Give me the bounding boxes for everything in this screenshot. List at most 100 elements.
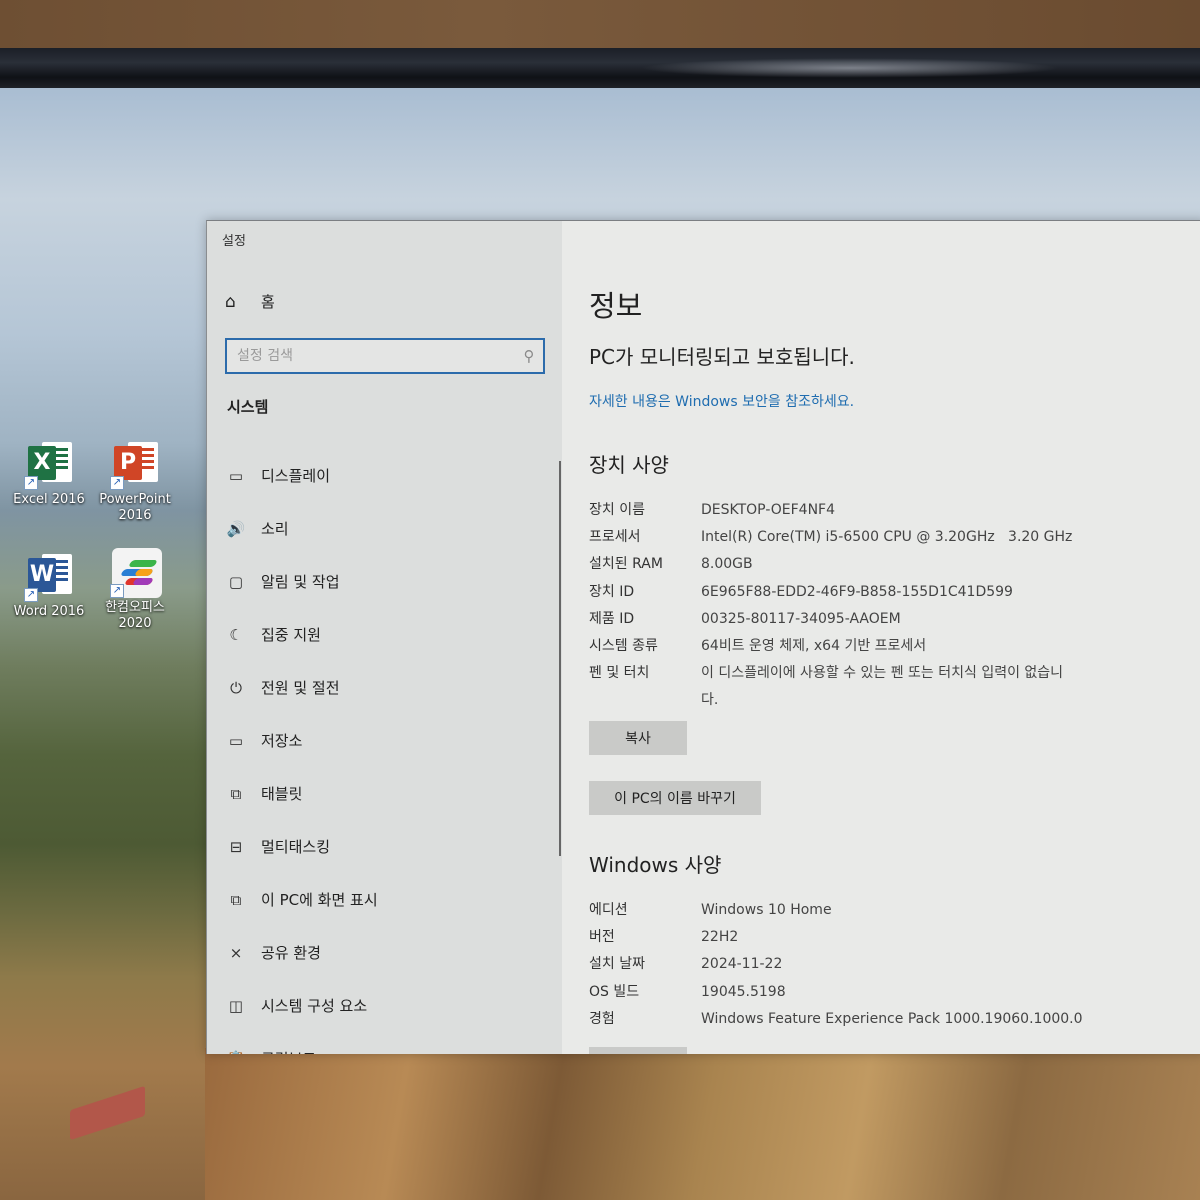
- speaker-icon: 🔊: [226, 519, 246, 538]
- sidebar-group-title: 시스템: [227, 398, 269, 416]
- sidebar-item-clipboard[interactable]: 📋 클립보드: [225, 1032, 378, 1055]
- excel-icon: X ↗: [24, 440, 74, 490]
- spec-key: 시스템 종류: [589, 638, 658, 655]
- spec-row: 프로세서 Intel(R) Core(TM) i5-6500 CPU @ 3.20…: [589, 524, 1081, 551]
- spec-key: 경험: [589, 1010, 615, 1027]
- settings-search-box[interactable]: ⚲: [225, 338, 545, 374]
- shortcut-arrow-icon: ↗: [110, 584, 124, 598]
- share-network-icon: ⨯: [229, 943, 243, 962]
- protection-status: PC가 모니터링되고 보호됩니다.: [589, 345, 855, 369]
- tablet-icon: ⧉: [230, 784, 242, 803]
- sidebar-item-label: 클립보드: [261, 1048, 316, 1054]
- spec-key: 설치 날짜: [589, 956, 645, 973]
- sidebar-item-notifications[interactable]: ▢ 알림 및 작업: [225, 555, 378, 608]
- spec-row: 장치 이름 DESKTOP-OEF4NF4: [589, 497, 1081, 524]
- nav-home[interactable]: ⌂ 홈: [225, 291, 275, 312]
- bezel-glare: [640, 58, 1060, 78]
- windows-specs-title: Windows 사양: [589, 853, 722, 877]
- sidebar-item-power[interactable]: ⏻ 전원 및 절전: [225, 661, 378, 714]
- home-icon: ⌂: [225, 291, 236, 312]
- desktop-icon-label: 한컴오피스 2020: [105, 600, 165, 631]
- spec-key: OS 빌드: [589, 983, 640, 1000]
- sidebar-item-system-components[interactable]: ◫ 시스템 구성 요소: [225, 979, 378, 1032]
- settings-search-input[interactable]: [237, 348, 515, 364]
- device-specs-table: 장치 이름 DESKTOP-OEF4NF4 프로세서 Intel(R) Core(T…: [589, 497, 1081, 715]
- settings-content: – 정보 PC가 모니터링되고 보호됩니다. 자세한 내용은 Windows 보…: [562, 221, 1200, 1054]
- sidebar-item-label: 공유 환경: [261, 944, 321, 962]
- notification-icon: ▢: [228, 572, 244, 591]
- desktop-icon-label: Excel 2016: [13, 492, 85, 507]
- spec-key: 장치 ID: [589, 583, 635, 600]
- search-icon[interactable]: ⚲: [515, 347, 543, 365]
- components-icon: ◫: [228, 996, 244, 1015]
- spec-value: 6E965F88-EDD2-46F9-B858-155D1C41D599: [701, 583, 1013, 600]
- multitasking-icon: ⊟: [229, 837, 243, 856]
- sidebar-scrollbar[interactable]: [559, 461, 561, 856]
- storage-icon: ▭: [228, 731, 244, 750]
- power-icon: ⏻: [230, 678, 242, 697]
- spec-value: 이 디스플레이에 사용할 수 있는 펜 또는 터치식 입력이 없습니다.: [701, 665, 1064, 709]
- powerpoint-icon: P ↗: [110, 440, 160, 490]
- wallpaper-cliff: [205, 1048, 1200, 1200]
- spec-key: 펜 및 터치: [589, 665, 650, 682]
- spec-row: 설치된 RAM 8.00GB: [589, 551, 1081, 578]
- sidebar-item-label: 전원 및 절전: [261, 679, 340, 697]
- spec-value: Windows 10 Home: [701, 902, 832, 918]
- sidebar-item-shared-experiences[interactable]: ⨯ 공유 환경: [225, 926, 378, 979]
- windows-security-link[interactable]: 자세한 내용은 Windows 보안을 참조하세요.: [589, 391, 854, 411]
- window-title: 설정: [222, 234, 246, 249]
- shortcut-arrow-icon: ↗: [24, 588, 38, 602]
- spec-row: 설치 날짜 2024-11-22: [589, 951, 1121, 978]
- rename-pc-button[interactable]: 이 PC의 이름 바꾸기: [589, 781, 761, 815]
- sidebar-item-label: 집중 지원: [261, 626, 321, 644]
- spec-row: OS 빌드 19045.5198: [589, 979, 1121, 1006]
- spec-value: DESKTOP-OEF4NF4: [701, 502, 836, 518]
- spec-key: 에디션: [589, 902, 628, 918]
- spec-value: Windows Feature Experience Pack 1000.190…: [701, 1010, 1083, 1027]
- wall-background: [0, 0, 1200, 50]
- copy-button[interactable]: 복사: [589, 721, 687, 755]
- desktop-icon-label: PowerPoint 2016: [99, 492, 171, 523]
- sidebar-item-projecting[interactable]: ⧉ 이 PC에 화면 표시: [225, 873, 378, 926]
- windows-specs-copy-button-partial[interactable]: [589, 1047, 687, 1054]
- spec-row: 제품 ID 00325-80117-34095-AAOEM: [589, 606, 1081, 633]
- spec-value: 00325-80117-34095-AAOEM: [701, 610, 901, 627]
- spec-key: 프로세서: [589, 529, 641, 546]
- desktop-icon-hancom-office[interactable]: ↗ 한컴오피스 2020: [92, 548, 178, 632]
- desktop-icon-word[interactable]: W ↗ Word 2016: [6, 552, 92, 620]
- shortcut-arrow-icon: ↗: [110, 476, 124, 490]
- sidebar-item-tablet[interactable]: ⧉ 태블릿: [225, 767, 378, 820]
- settings-sidebar: 설정 ⌂ 홈 ⚲ 시스템 ▭ 디스플레이 🔊 소리 ▢ 알림 및 작업: [207, 221, 562, 1054]
- spec-value: 19045.5198: [701, 983, 786, 1000]
- hancom-office-icon: ↗: [110, 548, 162, 598]
- spec-key: 제품 ID: [589, 610, 635, 627]
- monitor-icon: ▭: [228, 466, 244, 485]
- sidebar-item-sound[interactable]: 🔊 소리: [225, 502, 378, 555]
- windows-specs-table: 에디션 Windows 10 Home 버전 22H2 설치 날짜 2024-11-2…: [589, 897, 1121, 1033]
- sidebar-item-label: 디스플레이: [261, 467, 331, 485]
- spec-row: 에디션 Windows 10 Home: [589, 897, 1121, 924]
- page-title: 정보: [589, 289, 643, 323]
- spec-row: 장치 ID 6E965F88-EDD2-46F9-B858-155D1C41D59…: [589, 579, 1081, 606]
- desktop-icon-powerpoint[interactable]: P ↗ PowerPoint 2016: [92, 440, 178, 524]
- spec-key: 설치된 RAM: [589, 556, 663, 573]
- spec-key: 버전: [589, 929, 615, 946]
- sidebar-nav-list: ▭ 디스플레이 🔊 소리 ▢ 알림 및 작업 ☾ 집중 지원 ⏻ 전원 및 절전…: [225, 449, 378, 1055]
- sidebar-item-display[interactable]: ▭ 디스플레이: [225, 449, 378, 502]
- wallpaper-house-roof: [70, 1085, 145, 1141]
- spec-row: 경험 Windows Feature Experience Pack 1000.1…: [589, 1006, 1121, 1033]
- spec-key: 장치 이름: [589, 502, 645, 518]
- spec-value: 2024-11-22: [701, 956, 783, 973]
- spec-row: 펜 및 터치 이 디스플레이에 사용할 수 있는 펜 또는 터치식 입력이 없습니…: [589, 660, 1081, 714]
- sidebar-item-label: 이 PC에 화면 표시: [261, 891, 378, 909]
- sidebar-item-storage[interactable]: ▭ 저장소: [225, 714, 378, 767]
- device-specs-title: 장치 사양: [589, 453, 669, 477]
- spec-value: 64비트 운영 체제, x64 기반 프로세서: [701, 638, 927, 655]
- spec-value: 8.00GB: [701, 556, 753, 573]
- sidebar-item-multitasking[interactable]: ⊟ 멀티태스킹: [225, 820, 378, 873]
- spec-row: 시스템 종류 64비트 운영 체제, x64 기반 프로세서: [589, 633, 1081, 660]
- spec-row: 버전 22H2: [589, 924, 1121, 951]
- desktop-icon-excel[interactable]: X ↗ Excel 2016: [6, 440, 92, 508]
- sidebar-item-label: 시스템 구성 요소: [261, 997, 368, 1015]
- sidebar-item-focus-assist[interactable]: ☾ 집중 지원: [225, 608, 378, 661]
